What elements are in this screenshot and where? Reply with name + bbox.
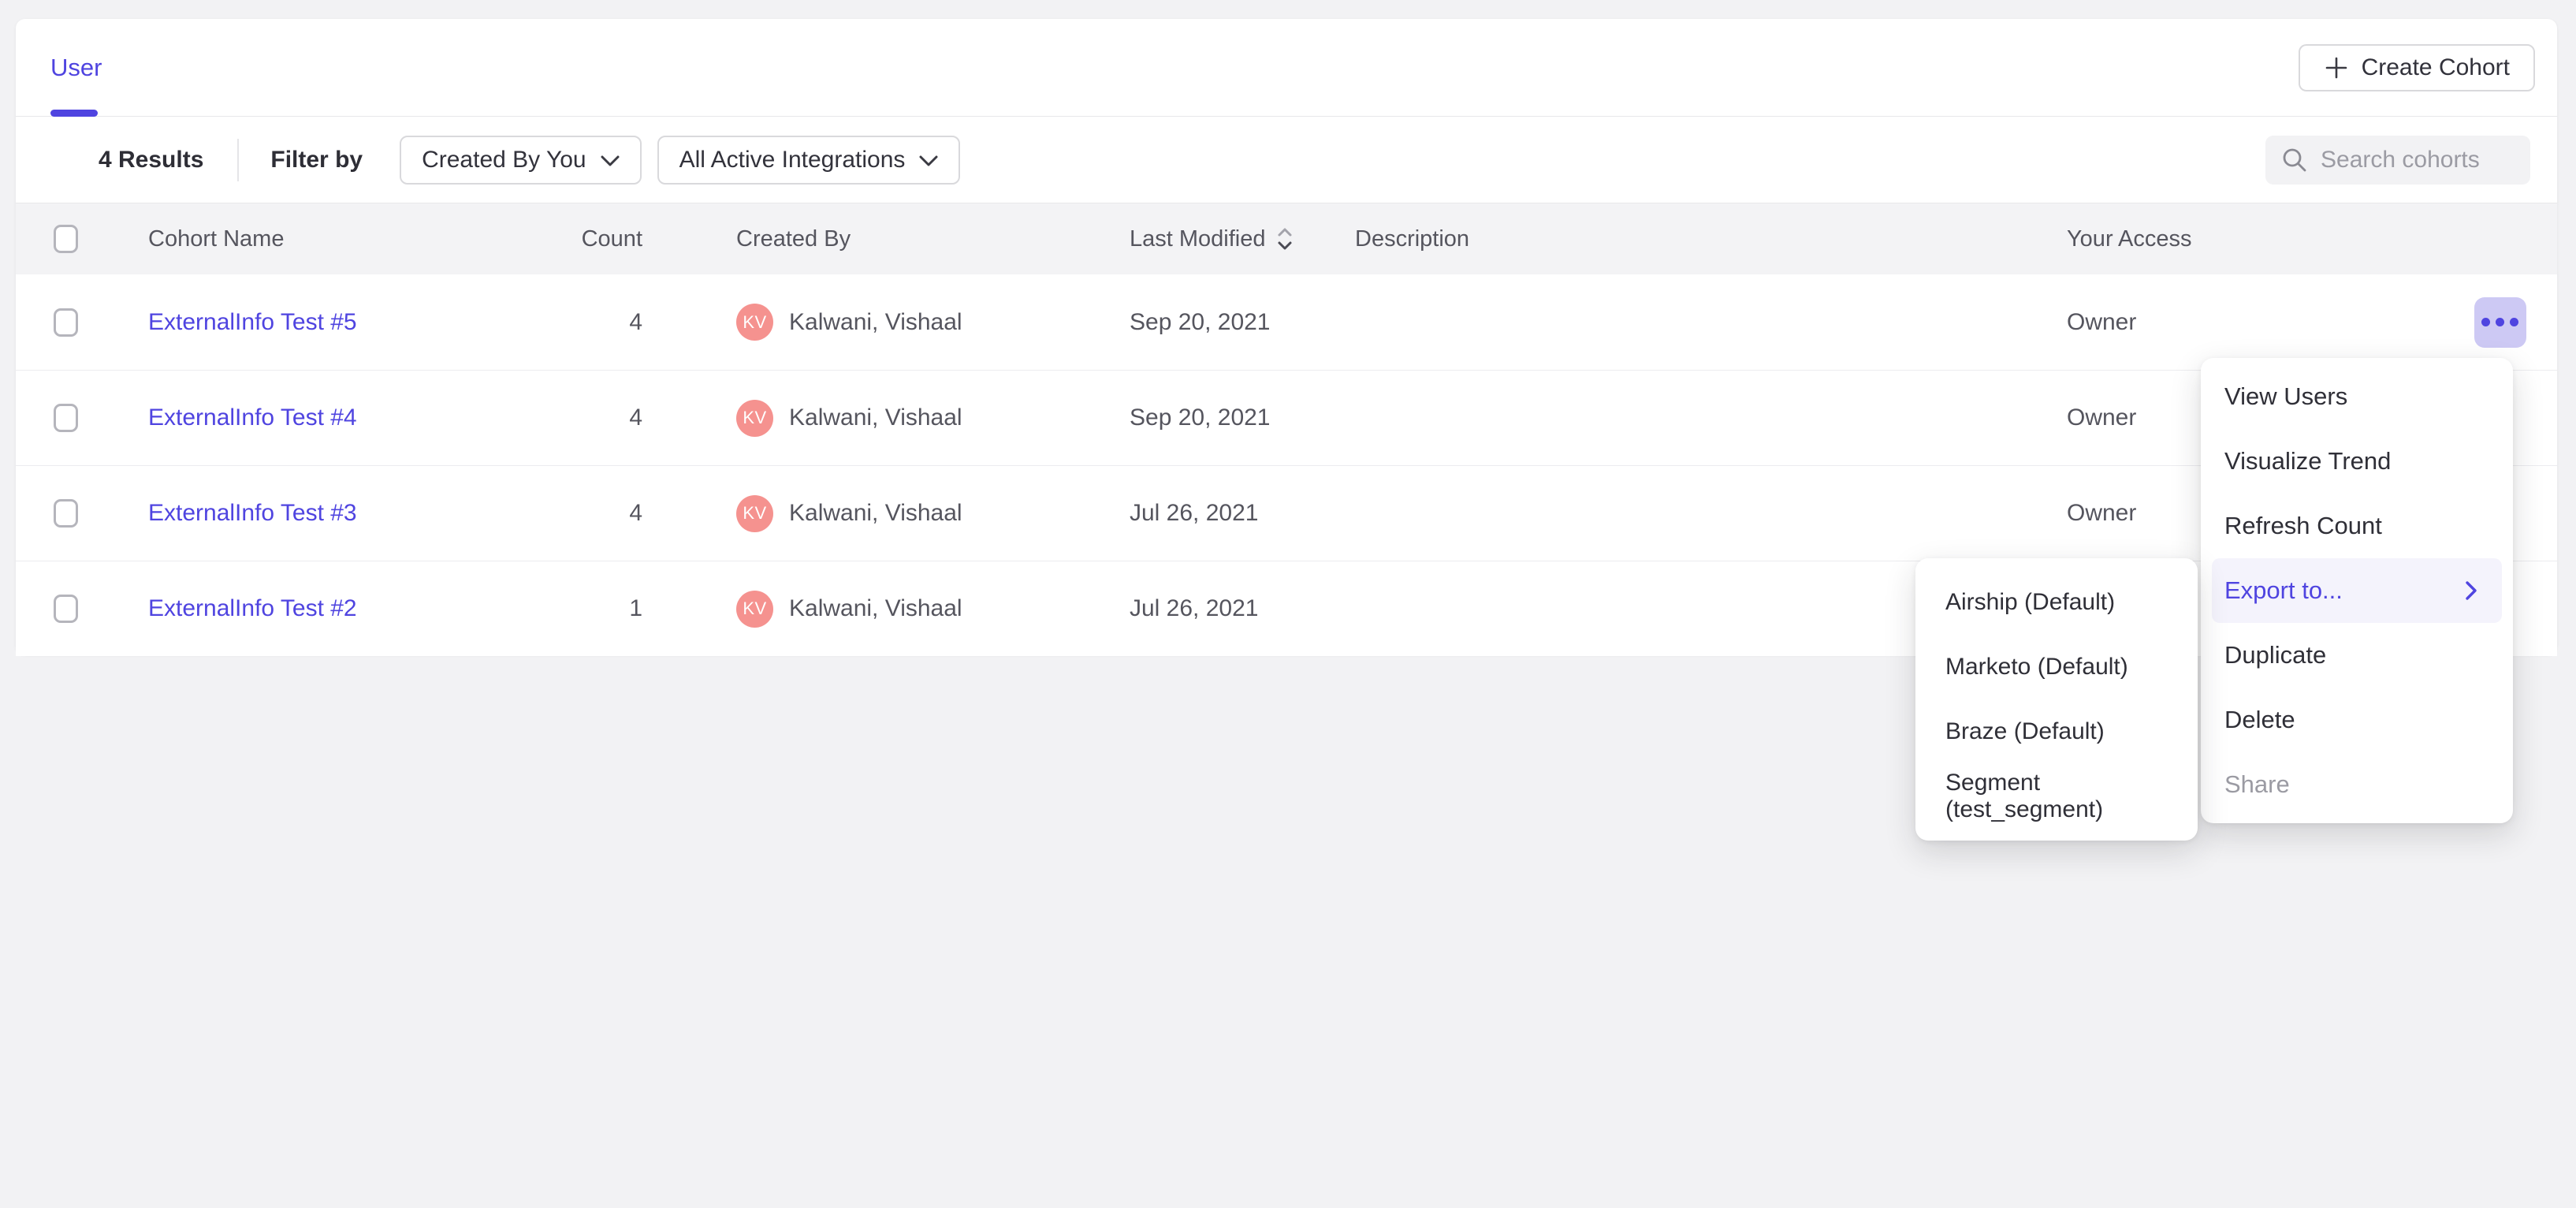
created-by-cell: KV Kalwani, Vishaal bbox=[736, 304, 1130, 341]
column-header-description[interactable]: Description bbox=[1355, 226, 2067, 252]
export-submenu-item[interactable]: Airship (Default) bbox=[1915, 570, 2198, 635]
export-submenu-item[interactable]: Marketo (Default) bbox=[1915, 635, 2198, 699]
context-menu-item[interactable]: Refresh Count bbox=[2201, 494, 2513, 558]
export-submenu-item[interactable]: Segment (test_segment) bbox=[1915, 764, 2198, 829]
created-by-cell: KV Kalwani, Vishaal bbox=[736, 591, 1130, 628]
create-cohort-label: Create Cohort bbox=[2362, 54, 2510, 81]
tab-bar: User Create Cohort bbox=[16, 19, 2557, 117]
export-submenu-item-label: Airship (Default) bbox=[1945, 589, 2115, 616]
row-checkbox[interactable] bbox=[54, 404, 78, 432]
active-tab-underline bbox=[50, 110, 98, 117]
avatar: KV bbox=[736, 495, 773, 532]
chevron-down-icon bbox=[601, 155, 620, 166]
avatar: KV bbox=[736, 400, 773, 437]
context-menu-item-label: Duplicate bbox=[2224, 641, 2326, 669]
integrations-dropdown-label: All Active Integrations bbox=[679, 147, 906, 173]
cohort-count: 1 bbox=[629, 595, 642, 622]
context-menu-item[interactable]: Delete bbox=[2201, 688, 2513, 752]
export-submenu-item-label: Braze (Default) bbox=[1945, 718, 2105, 745]
access-value: Owner bbox=[2067, 309, 2443, 336]
row-checkbox[interactable] bbox=[54, 308, 78, 337]
created-by-dropdown[interactable]: Created By You bbox=[400, 136, 642, 185]
export-submenu-item[interactable]: Braze (Default) bbox=[1915, 699, 2198, 764]
divider bbox=[237, 139, 239, 181]
row-context-menu: View Users Visualize Trend Refresh Count… bbox=[2201, 358, 2513, 823]
row-checkbox[interactable] bbox=[54, 499, 78, 528]
search-box bbox=[2265, 136, 2530, 185]
cohort-count: 4 bbox=[629, 500, 642, 527]
created-by-cell: KV Kalwani, Vishaal bbox=[736, 400, 1130, 437]
ellipsis-icon bbox=[2481, 318, 2490, 326]
column-header-your-access[interactable]: Your Access bbox=[2067, 226, 2443, 252]
cohort-name-link[interactable]: ExternalInfo Test #2 bbox=[148, 595, 357, 621]
export-submenu-item-label: Marketo (Default) bbox=[1945, 654, 2128, 680]
context-menu-item[interactable]: Share bbox=[2201, 752, 2513, 817]
column-header-cohort-name[interactable]: Cohort Name bbox=[148, 226, 489, 252]
last-modified-value: Jul 26, 2021 bbox=[1130, 500, 1355, 527]
avatar: KV bbox=[736, 304, 773, 341]
column-header-count[interactable]: Count bbox=[582, 226, 642, 252]
row-checkbox[interactable] bbox=[54, 595, 78, 623]
plus-icon bbox=[2324, 55, 2349, 80]
tab-user-label: User bbox=[50, 54, 102, 82]
created-by-cell: KV Kalwani, Vishaal bbox=[736, 495, 1130, 532]
table-row: ExternalInfo Test #5 4 KV Kalwani, Visha… bbox=[16, 274, 2557, 370]
results-count: 4 Results bbox=[99, 147, 203, 173]
column-header-created-by[interactable]: Created By bbox=[736, 226, 1130, 252]
filter-bar: 4 Results Filter by Created By You All A… bbox=[16, 117, 2557, 203]
context-menu-item[interactable]: View Users bbox=[2201, 364, 2513, 429]
tab-user[interactable]: User bbox=[50, 19, 102, 116]
created-by-name: Kalwani, Vishaal bbox=[789, 309, 962, 336]
created-by-dropdown-label: Created By You bbox=[422, 147, 586, 173]
context-menu-item-label: Export to... bbox=[2224, 576, 2343, 605]
context-menu-item[interactable]: Visualize Trend bbox=[2201, 429, 2513, 494]
last-modified-value: Sep 20, 2021 bbox=[1130, 405, 1355, 431]
context-menu-item[interactable]: Export to... bbox=[2212, 558, 2502, 623]
context-menu-item-label: Refresh Count bbox=[2224, 512, 2382, 540]
filter-by-label: Filter by bbox=[270, 147, 363, 173]
search-icon bbox=[2281, 147, 2308, 173]
cohort-name-link[interactable]: ExternalInfo Test #5 bbox=[148, 309, 357, 335]
table-row: ExternalInfo Test #3 4 KV Kalwani, Visha… bbox=[16, 465, 2557, 561]
context-menu-item-label: View Users bbox=[2224, 382, 2347, 411]
cohorts-page: User Create Cohort 4 Results Filter by C… bbox=[0, 0, 2576, 1208]
cohort-count: 4 bbox=[629, 309, 642, 336]
last-modified-value: Sep 20, 2021 bbox=[1130, 309, 1355, 336]
export-submenu: Airship (Default) Marketo (Default) Braz… bbox=[1915, 558, 2198, 841]
integrations-dropdown[interactable]: All Active Integrations bbox=[657, 136, 961, 185]
last-modified-label: Last Modified bbox=[1130, 226, 1266, 252]
created-by-name: Kalwani, Vishaal bbox=[789, 500, 962, 527]
table-header: Cohort Name Count Created By Last Modifi… bbox=[16, 203, 2557, 274]
context-menu-item-label: Share bbox=[2224, 770, 2290, 799]
context-menu-item-label: Delete bbox=[2224, 706, 2295, 734]
search-input[interactable] bbox=[2321, 147, 2515, 173]
chevron-down-icon bbox=[919, 155, 938, 166]
row-actions-button[interactable] bbox=[2474, 297, 2526, 348]
submenu-arrow-icon bbox=[2464, 580, 2478, 602]
created-by-name: Kalwani, Vishaal bbox=[789, 405, 962, 431]
avatar: KV bbox=[736, 591, 773, 628]
last-modified-value: Jul 26, 2021 bbox=[1130, 595, 1355, 622]
created-by-name: Kalwani, Vishaal bbox=[789, 595, 962, 622]
select-all-checkbox[interactable] bbox=[54, 225, 78, 253]
cohort-count: 4 bbox=[629, 405, 642, 431]
context-menu-item[interactable]: Duplicate bbox=[2201, 623, 2513, 688]
create-cohort-button[interactable]: Create Cohort bbox=[2299, 44, 2535, 91]
sort-icon bbox=[1275, 226, 1294, 252]
export-submenu-item-label: Segment (test_segment) bbox=[1945, 770, 2174, 823]
table-row: ExternalInfo Test #4 4 KV Kalwani, Visha… bbox=[16, 370, 2557, 465]
column-header-last-modified[interactable]: Last Modified bbox=[1130, 226, 1355, 252]
context-menu-item-label: Visualize Trend bbox=[2224, 447, 2391, 475]
cohort-name-link[interactable]: ExternalInfo Test #4 bbox=[148, 405, 357, 431]
cohort-name-link[interactable]: ExternalInfo Test #3 bbox=[148, 500, 357, 526]
